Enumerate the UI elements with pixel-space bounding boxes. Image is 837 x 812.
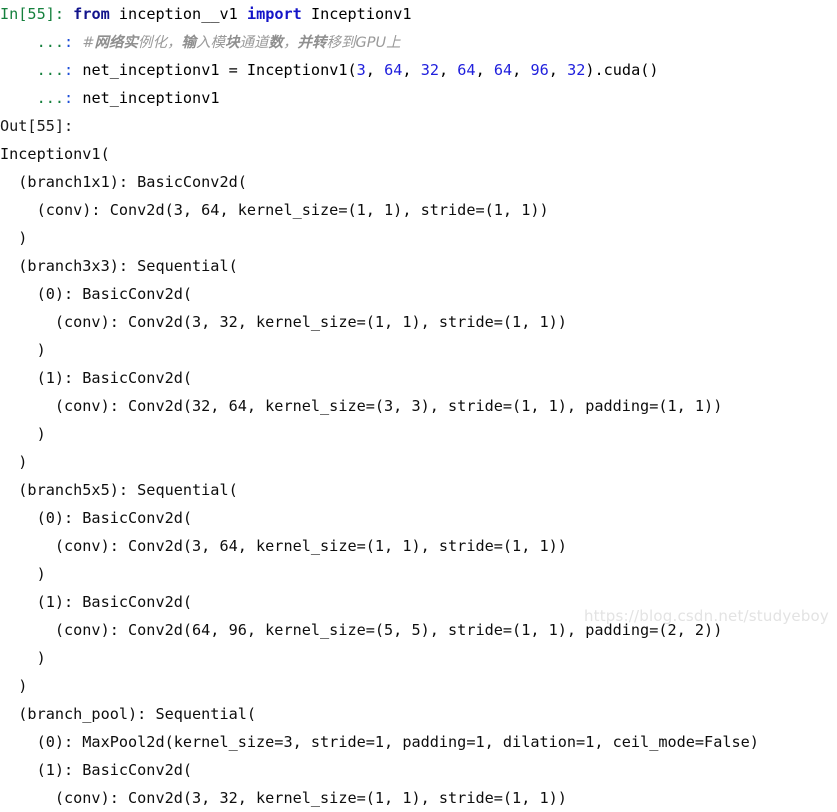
python-comment: #网络实例化，输入模块通道数，并转移到GPU上 bbox=[82, 35, 400, 51]
jupyter-notebook-cell-area: In[55]: from inception__v1 import Incept… bbox=[0, 0, 837, 807]
output-line: ) bbox=[0, 649, 46, 667]
comment-seg-9: 并转 bbox=[297, 35, 327, 51]
output-prompt-label: Out[55]: bbox=[0, 117, 74, 135]
comma: , bbox=[438, 61, 458, 79]
output-line: (0): MaxPool2d(kernel_size=3, stride=1, … bbox=[0, 733, 759, 751]
output-line: (conv): Conv2d(3, 32, kernel_size=(1, 1)… bbox=[0, 313, 567, 331]
output-line: (branch_pool): Sequential( bbox=[0, 705, 257, 723]
output-line: Inceptionv1( bbox=[0, 145, 110, 163]
arg-2: 32 bbox=[420, 61, 439, 79]
comment-seg-10: 移到GPU上 bbox=[326, 35, 401, 51]
comment-hash: # bbox=[82, 35, 95, 51]
keyword-from: from bbox=[73, 5, 110, 23]
expression: net_inceptionv1 bbox=[82, 89, 220, 107]
output-prompt: Out[55]: bbox=[0, 112, 837, 140]
comment-seg-2: 例化， bbox=[137, 35, 182, 51]
comma: , bbox=[365, 61, 385, 79]
output-line: (0): BasicConv2d( bbox=[0, 285, 193, 303]
arg-6: 32 bbox=[567, 61, 586, 79]
arg-1: 64 bbox=[384, 61, 403, 79]
output-line: (1): BasicConv2d( bbox=[0, 761, 193, 779]
output-line: ) bbox=[0, 565, 46, 583]
output-line: (1): BasicConv2d( bbox=[0, 593, 193, 611]
continuation-prompt-colon: : bbox=[64, 33, 74, 51]
comment-seg-1: 网络实 bbox=[94, 35, 138, 51]
output-line: ) bbox=[0, 229, 28, 247]
input-line-1: In[55]: from inception__v1 import Incept… bbox=[0, 0, 837, 28]
input-prompt: In[55]: bbox=[0, 5, 65, 23]
arg-3: 64 bbox=[457, 61, 476, 79]
comma: , bbox=[402, 61, 421, 79]
output-line: (0): BasicConv2d( bbox=[0, 509, 193, 527]
output-line: (conv): Conv2d(3, 64, kernel_size=(1, 1)… bbox=[0, 537, 567, 555]
output-line: (branch3x3): Sequential( bbox=[0, 257, 238, 275]
call-tail: ).cuda() bbox=[585, 61, 659, 79]
input-line-2-comment: ...: #网络实例化，输入模块通道数，并转移到GPU上 bbox=[0, 28, 837, 56]
comment-seg-6: 通道 bbox=[239, 35, 269, 51]
output-line: ) bbox=[0, 341, 46, 359]
imported-name: Inceptionv1 bbox=[310, 5, 412, 23]
output-line: (1): BasicConv2d( bbox=[0, 369, 193, 387]
continuation-prompt-dots: ... bbox=[36, 89, 65, 107]
arg-4: 64 bbox=[493, 61, 513, 79]
comma: , bbox=[475, 61, 494, 79]
input-cell[interactable]: In[55]: from inception__v1 import Incept… bbox=[0, 0, 837, 112]
output-line: (conv): Conv2d(3, 32, kernel_size=(1, 1)… bbox=[0, 789, 567, 807]
output-line: (branch5x5): Sequential( bbox=[0, 481, 238, 499]
comma: , bbox=[512, 61, 531, 79]
comment-seg-8: ， bbox=[282, 35, 298, 51]
comment-seg-5: 块 bbox=[224, 35, 240, 51]
continuation-prompt-dots: ... bbox=[36, 33, 65, 51]
comment-seg-3: 输 bbox=[181, 35, 196, 51]
comment-seg-4: 入模 bbox=[195, 35, 225, 51]
output-cell: Out[55]: Inceptionv1( (branch1x1): Basic… bbox=[0, 112, 837, 812]
output-line: (conv): Conv2d(3, 64, kernel_size=(1, 1)… bbox=[0, 201, 549, 219]
output-line: ) bbox=[0, 677, 28, 695]
input-line-4: ...: net_inceptionv1 bbox=[0, 84, 837, 112]
output-line: (conv): Conv2d(32, 64, kernel_size=(3, 3… bbox=[0, 397, 723, 415]
arg-0: 3 bbox=[356, 61, 366, 79]
continuation-prompt-dots: ... bbox=[36, 61, 65, 79]
continuation-prompt-colon: : bbox=[64, 61, 74, 79]
keyword-import: import bbox=[246, 5, 302, 23]
output-line: (conv): Conv2d(64, 96, kernel_size=(5, 5… bbox=[0, 621, 723, 639]
input-line-3: ...: net_inceptionv1 = Inceptionv1(3, 64… bbox=[0, 56, 837, 84]
comment-seg-7: 数 bbox=[268, 35, 283, 51]
assignment-expression: net_inceptionv1 = Inceptionv1( bbox=[82, 61, 357, 79]
output-line: (branch1x1): BasicConv2d( bbox=[0, 173, 247, 191]
output-line: ) bbox=[0, 453, 28, 471]
module-name: inception__v1 bbox=[118, 5, 238, 23]
arg-5: 96 bbox=[530, 61, 549, 79]
continuation-prompt-colon: : bbox=[64, 89, 74, 107]
comma: , bbox=[548, 61, 568, 79]
output-line: ) bbox=[0, 425, 46, 443]
